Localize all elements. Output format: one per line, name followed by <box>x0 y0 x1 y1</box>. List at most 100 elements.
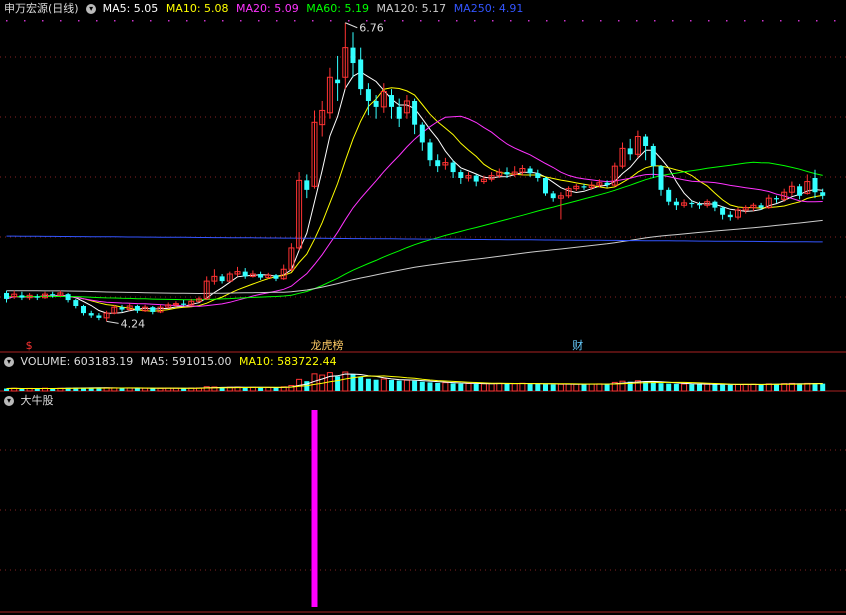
volume-bar <box>365 378 371 391</box>
volume-bar <box>19 388 25 391</box>
candle-body <box>365 89 371 101</box>
candle-body <box>81 306 86 314</box>
candle-body <box>219 276 225 282</box>
candle-body <box>812 178 818 193</box>
volume-bar <box>34 388 40 391</box>
candle-body <box>689 202 695 205</box>
volume-bar <box>265 386 272 392</box>
top-dot-marker <box>762 20 764 22</box>
candle-body <box>820 192 826 196</box>
volume-bar <box>496 382 503 392</box>
volume-bar <box>273 387 279 391</box>
top-dot-marker <box>834 20 836 22</box>
volume-bar <box>450 383 456 391</box>
top-dot-marker <box>636 20 638 22</box>
volume-bar <box>697 384 702 391</box>
top-dot-marker <box>294 20 296 22</box>
dropdown-icon[interactable]: ▾ <box>4 357 14 367</box>
candle-body <box>673 201 679 206</box>
top-dot-marker <box>582 20 584 22</box>
top-dot-marker <box>204 20 206 22</box>
volume-bar <box>396 380 402 391</box>
candle-body <box>727 214 733 218</box>
candle-body <box>258 274 264 278</box>
volume-header: ▾ VOLUME: 603183.19 MA5: 591015.00 MA10:… <box>4 355 337 368</box>
ma-line-ma20 <box>6 115 823 307</box>
dropdown-icon[interactable]: ▾ <box>86 4 97 14</box>
top-dot-marker <box>258 20 260 22</box>
dropdown-icon[interactable]: ▾ <box>4 396 14 406</box>
ma250-label: MA250: 4.91 <box>453 2 524 15</box>
price-annotation: 4.24 <box>121 317 146 330</box>
candle-body <box>134 306 140 311</box>
ma120-label: MA120: 5.17 <box>376 2 447 15</box>
candle-body <box>643 136 649 146</box>
stock-title: 申万宏源(日线) <box>4 2 79 15</box>
candle-body <box>458 172 464 178</box>
top-dot-marker <box>348 20 350 22</box>
volume-bar <box>712 384 718 391</box>
volume-label: VOLUME: 603183.19 <box>20 355 134 368</box>
volume-bar <box>658 383 664 391</box>
top-dot-marker <box>672 20 674 22</box>
volume-bar <box>134 388 140 391</box>
top-dot-marker <box>114 20 116 22</box>
candle-body <box>304 180 310 190</box>
event-marker: 财 <box>572 338 583 352</box>
candle-body <box>581 186 587 188</box>
top-dot-marker <box>384 20 386 22</box>
candle-body <box>712 201 718 208</box>
volume-bar <box>727 384 733 391</box>
top-dot-marker <box>420 20 422 22</box>
candle-body <box>427 142 433 161</box>
volume-bar <box>488 383 495 392</box>
volume-bar <box>335 376 341 391</box>
candle-body <box>412 100 418 125</box>
candle-body <box>550 193 556 199</box>
volume-bar <box>258 387 264 391</box>
top-dot-marker <box>438 20 440 22</box>
ma-line-ma120 <box>6 219 823 295</box>
candle-body <box>19 295 25 298</box>
candle-body <box>34 296 40 298</box>
candle-body <box>373 100 379 107</box>
top-dot-marker <box>276 20 278 22</box>
top-dot-marker <box>456 20 458 22</box>
volume-bar <box>473 383 479 391</box>
top-dot-marker <box>726 20 728 22</box>
volume-bar <box>797 383 803 391</box>
volume-bar <box>519 382 526 392</box>
ma-line-ma60 <box>6 161 823 301</box>
volume-bar <box>373 379 379 391</box>
top-dot-marker <box>150 20 152 22</box>
volume-bar <box>689 384 695 391</box>
volume-bar <box>742 383 749 392</box>
volume-bar <box>427 382 433 391</box>
volume-bar <box>504 383 510 391</box>
top-dot-marker <box>402 20 404 22</box>
top-dot-marker <box>474 20 476 22</box>
stock-chart[interactable]: 6.76 4.24 $ 龙虎榜 财 <box>0 0 846 615</box>
candle-body <box>65 294 71 301</box>
volume-bar <box>596 383 603 392</box>
volume-bar <box>758 384 764 391</box>
top-dot-marker <box>492 20 494 22</box>
volume-bar <box>735 384 741 392</box>
volume-bar <box>458 383 464 391</box>
candle-body <box>450 162 456 173</box>
candle-body <box>73 300 79 306</box>
price-header: 申万宏源(日线) ▾ MA5: 5.05 MA10: 5.08 MA20: 5.… <box>4 2 523 15</box>
candle-body <box>720 207 726 215</box>
top-dot-marker <box>744 20 746 22</box>
top-dot-marker <box>330 20 332 22</box>
candle-body <box>242 271 248 277</box>
candle-body <box>335 79 341 84</box>
candle-body <box>774 198 779 200</box>
volume-ma10-label: MA10: 583722.44 <box>238 355 337 368</box>
candle-body <box>273 275 279 279</box>
indicator-label: 大牛股 <box>20 394 54 407</box>
top-dot-marker <box>132 20 134 22</box>
volume-bar <box>557 383 564 392</box>
volume-bar <box>804 382 811 392</box>
candle-body <box>389 95 394 107</box>
